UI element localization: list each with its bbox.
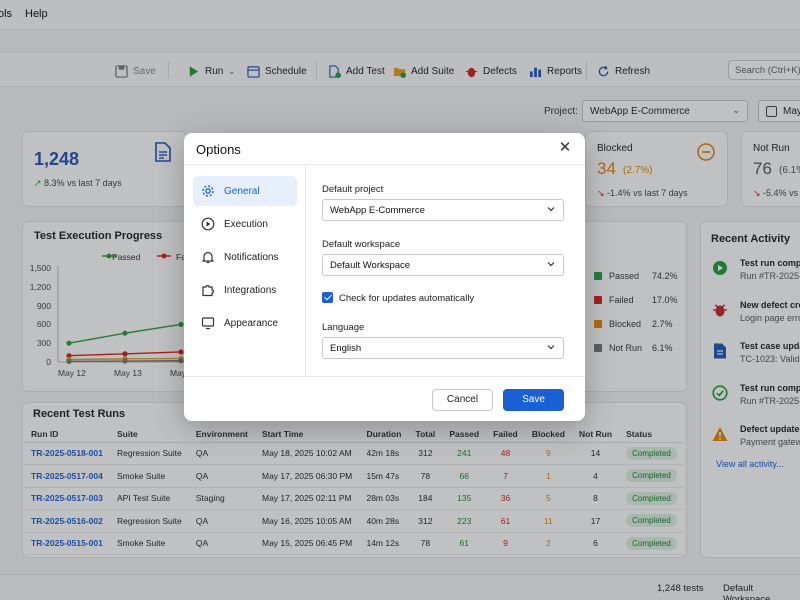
nav-execution[interactable]: Execution (193, 209, 297, 239)
close-icon[interactable]: ✕ (557, 140, 573, 156)
language-value: English (330, 343, 362, 354)
dialog-title: Options (196, 142, 241, 157)
chevron-down-icon (547, 207, 555, 212)
bell-icon (201, 251, 215, 264)
play-circle-icon (201, 217, 215, 231)
check-updates-label: Check for updates automatically (339, 293, 475, 304)
nav-integrations[interactable]: Integrations (193, 275, 297, 305)
default-workspace-value: Default Workspace (330, 260, 411, 271)
nav-notifications[interactable]: Notifications (193, 242, 297, 272)
language-select[interactable]: English (322, 337, 564, 359)
puzzle-icon (202, 284, 215, 297)
default-workspace-select[interactable]: Default Workspace (322, 254, 564, 276)
cancel-button[interactable]: Cancel (432, 389, 493, 411)
monitor-icon (201, 317, 215, 330)
default-project-select[interactable]: WebApp E-Commerce (322, 199, 564, 221)
nav-notifications-label: Notifications (224, 251, 279, 263)
chevron-down-icon (547, 345, 555, 350)
default-project-label: Default project (322, 184, 384, 195)
default-workspace-label: Default workspace (322, 239, 401, 250)
dialog-header: Options ✕ (184, 133, 585, 165)
dialog-footer: Cancel Save (184, 376, 585, 421)
options-nav: General Execution Notifications Integrat… (184, 165, 306, 376)
nav-execution-label: Execution (224, 218, 268, 230)
nav-appearance[interactable]: Appearance (193, 308, 297, 338)
chevron-down-icon (547, 262, 555, 267)
language-label: Language (322, 322, 365, 333)
save-button[interactable]: Save (503, 389, 564, 411)
nav-appearance-label: Appearance (224, 317, 278, 329)
options-dialog: Options ✕ General Execution Notification… (184, 133, 585, 421)
default-project-value: WebApp E-Commerce (330, 205, 425, 216)
gear-icon (202, 185, 214, 197)
nav-general-label: General (224, 185, 260, 197)
check-updates-checkbox[interactable] (322, 292, 333, 303)
nav-general[interactable]: General (193, 176, 297, 206)
nav-integrations-label: Integrations (224, 284, 277, 296)
